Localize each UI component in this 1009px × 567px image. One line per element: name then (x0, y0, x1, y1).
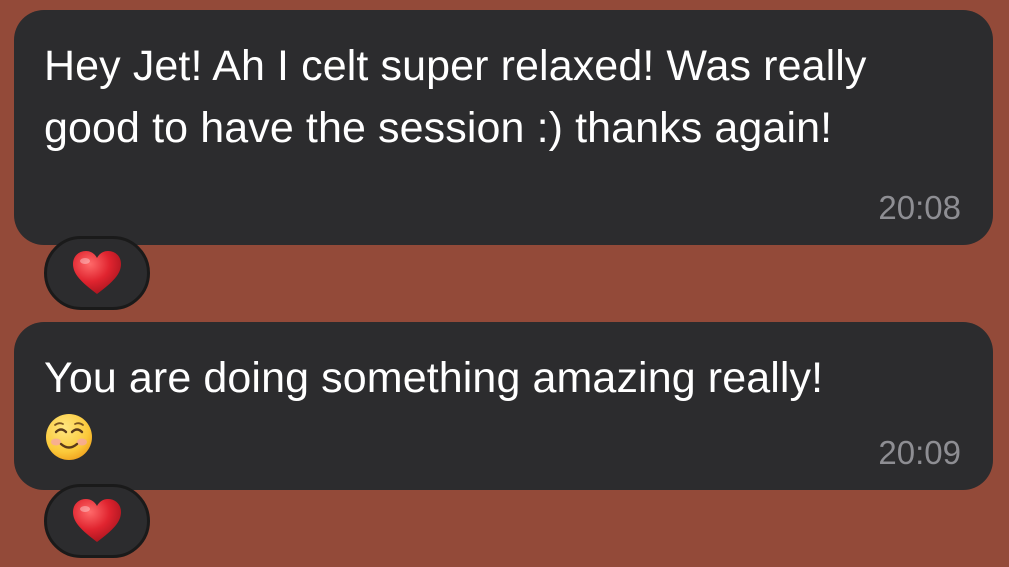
message-bubble[interactable]: You are doing something amazing really! (14, 322, 993, 490)
reaction-badge[interactable] (44, 236, 150, 310)
message-text: You are doing something amazing really! (44, 354, 824, 402)
message-body: You are doing something amazing really! (44, 347, 964, 462)
message-timestamp: 20:08 (878, 189, 961, 226)
message-timestamp: 20:09 (878, 434, 961, 471)
reaction-badge[interactable] (44, 484, 150, 558)
message-bubble[interactable]: Hey Jet! Ah I celt super relaxed! Was re… (14, 10, 993, 245)
smiling-face-icon (44, 412, 964, 462)
red-heart-icon (71, 250, 123, 296)
message-text: Hey Jet! Ah I celt super relaxed! Was re… (44, 42, 867, 152)
red-heart-icon (71, 498, 123, 544)
